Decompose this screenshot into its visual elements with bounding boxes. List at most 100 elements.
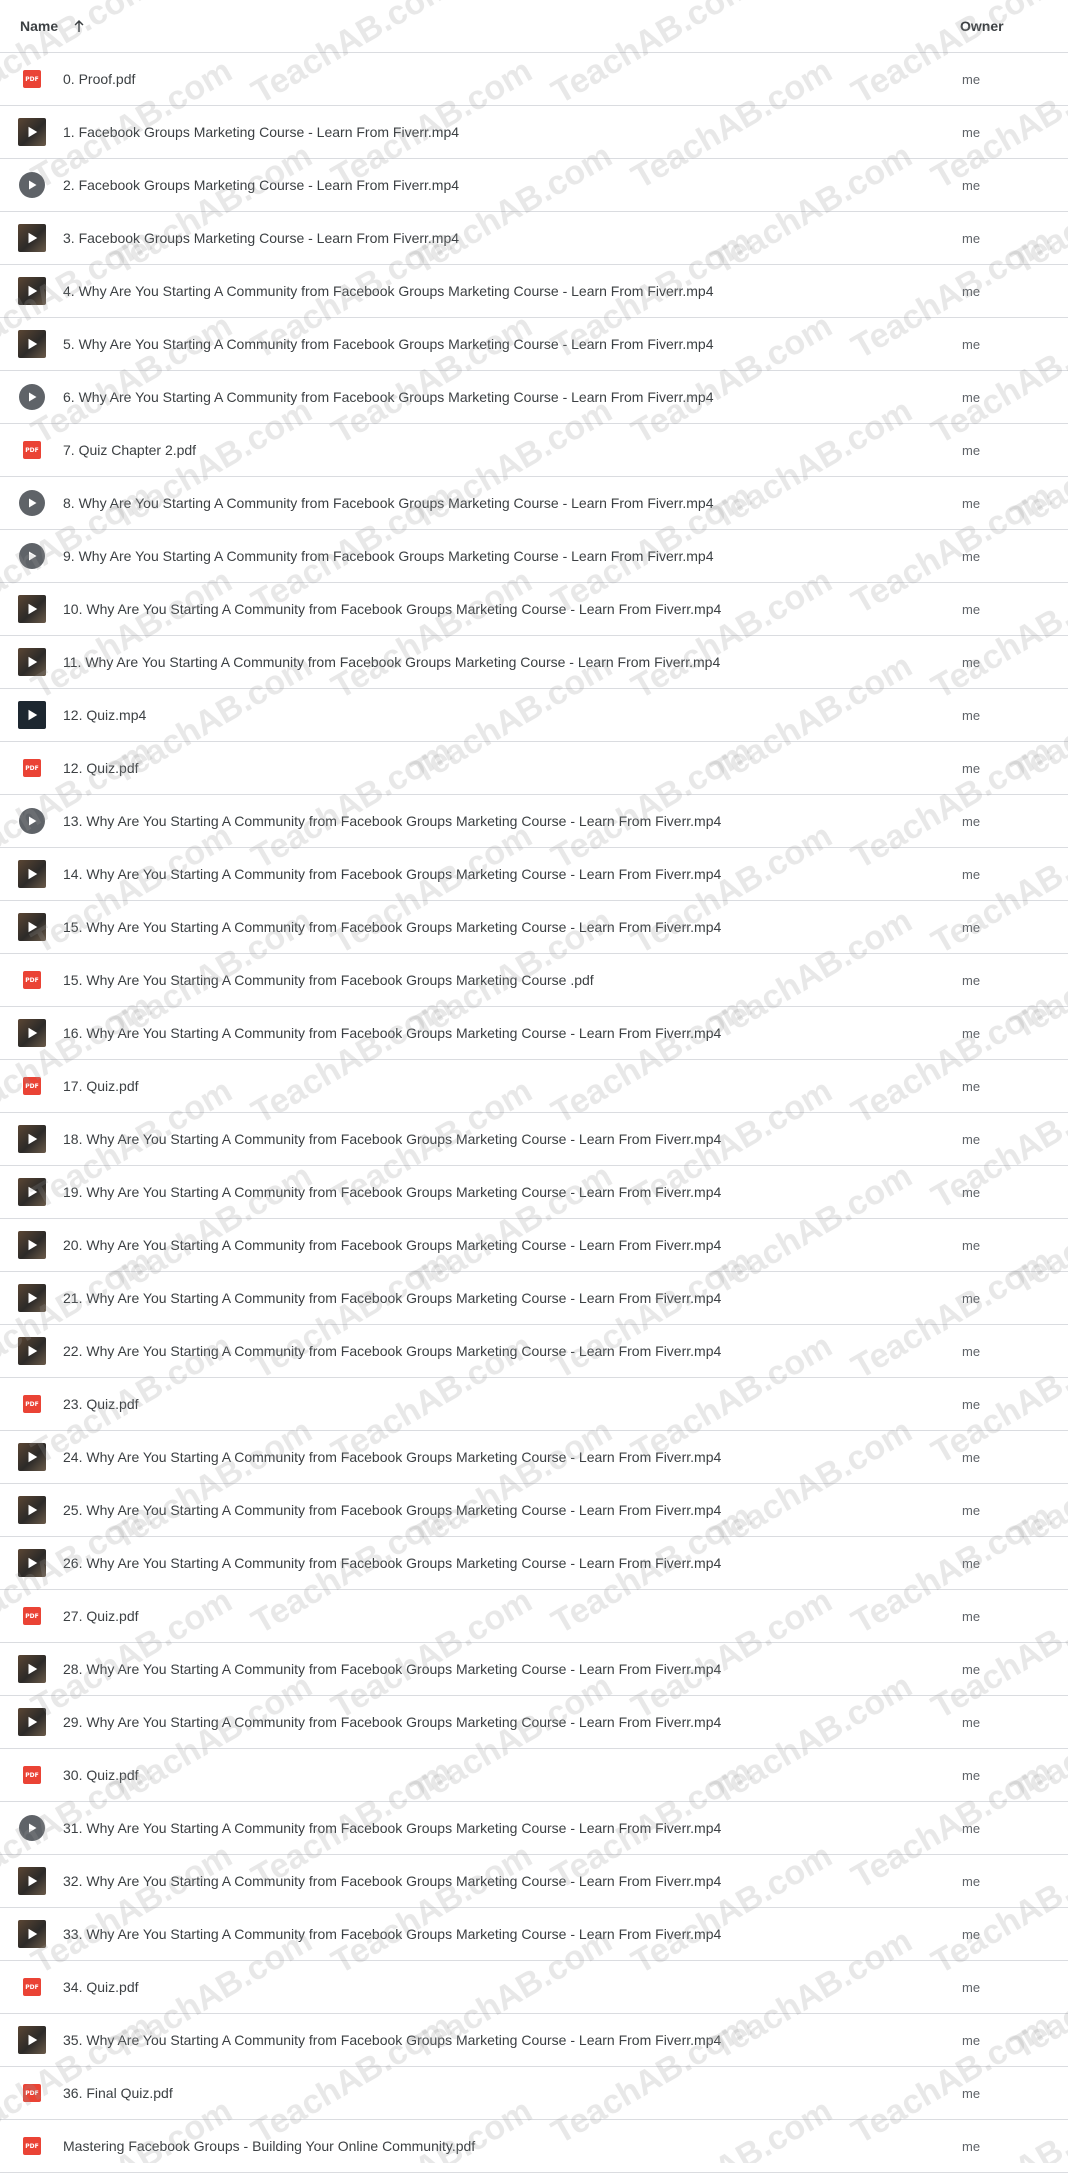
play-circle-icon — [18, 542, 46, 570]
file-owner: me — [962, 2085, 981, 2101]
file-name: 28. Why Are You Starting A Community fro… — [63, 1661, 722, 1677]
file-row[interactable]: 19. Why Are You Starting A Community fro… — [0, 1166, 1068, 1219]
file-name: 35. Why Are You Starting A Community fro… — [63, 2032, 722, 2048]
file-row[interactable]: PDF 17. Quiz.pdf me — [0, 1060, 1068, 1113]
file-row[interactable]: PDF 23. Quiz.pdf me — [0, 1378, 1068, 1431]
file-owner: me — [962, 707, 981, 723]
file-row[interactable]: PDF 7. Quiz Chapter 2.pdf me — [0, 424, 1068, 477]
file-row[interactable]: 28. Why Are You Starting A Community fro… — [0, 1643, 1068, 1696]
file-row[interactable]: 5. Why Are You Starting A Community from… — [0, 318, 1068, 371]
file-owner: me — [962, 71, 981, 87]
video-thumbnail-icon — [18, 1496, 46, 1524]
file-row[interactable]: 6. Why Are You Starting A Community from… — [0, 371, 1068, 424]
file-row[interactable]: 15. Why Are You Starting A Community fro… — [0, 901, 1068, 954]
file-row[interactable]: 21. Why Are You Starting A Community fro… — [0, 1272, 1068, 1325]
file-name: 27. Quiz.pdf — [63, 1608, 139, 1624]
file-row[interactable]: 9. Why Are You Starting A Community from… — [0, 530, 1068, 583]
file-owner: me — [962, 1396, 981, 1412]
play-circle-icon — [18, 807, 46, 835]
pdf-badge: PDF — [23, 1395, 41, 1413]
pdf-badge: PDF — [23, 1766, 41, 1784]
file-row[interactable]: 32. Why Are You Starting A Community fro… — [0, 1855, 1068, 1908]
video-thumbnail-icon — [18, 330, 46, 358]
file-owner: me — [962, 972, 981, 988]
file-owner: me — [962, 1714, 981, 1730]
file-name: 9. Why Are You Starting A Community from… — [63, 548, 714, 564]
file-name: 24. Why Are You Starting A Community fro… — [63, 1449, 722, 1465]
owner-column-header[interactable]: Owner — [960, 18, 1004, 34]
file-row[interactable]: 14. Why Are You Starting A Community fro… — [0, 848, 1068, 901]
pdf-icon: PDF — [18, 2132, 46, 2160]
video-thumbnail-icon — [18, 1125, 46, 1153]
file-row[interactable]: 4. Why Are You Starting A Community from… — [0, 265, 1068, 318]
file-row[interactable]: 13. Why Are You Starting A Community fro… — [0, 795, 1068, 848]
file-owner: me — [962, 1131, 981, 1147]
file-name: 26. Why Are You Starting A Community fro… — [63, 1555, 722, 1571]
file-owner: me — [962, 442, 981, 458]
file-row[interactable]: 11. Why Are You Starting A Community fro… — [0, 636, 1068, 689]
file-row[interactable]: 3. Facebook Groups Marketing Course - Le… — [0, 212, 1068, 265]
file-row[interactable]: PDF 12. Quiz.pdf me — [0, 742, 1068, 795]
file-name: 11. Why Are You Starting A Community fro… — [63, 654, 721, 670]
pdf-icon: PDF — [18, 2079, 46, 2107]
pdf-badge: PDF — [23, 1978, 41, 1996]
file-row[interactable]: 20. Why Are You Starting A Community fro… — [0, 1219, 1068, 1272]
file-row[interactable]: PDF 0. Proof.pdf me — [0, 53, 1068, 106]
video-thumbnail-icon — [18, 2026, 46, 2054]
file-name: 30. Quiz.pdf — [63, 1767, 139, 1783]
file-row[interactable]: PDF Mastering Facebook Groups - Building … — [0, 2120, 1068, 2173]
file-owner: me — [962, 1290, 981, 1306]
file-row[interactable]: PDF 27. Quiz.pdf me — [0, 1590, 1068, 1643]
play-circle-icon — [18, 383, 46, 411]
name-header-label: Name — [20, 18, 59, 34]
file-row[interactable]: 16. Why Are You Starting A Community fro… — [0, 1007, 1068, 1060]
file-owner: me — [962, 1502, 981, 1518]
file-name: 16. Why Are You Starting A Community fro… — [63, 1025, 722, 1041]
file-row[interactable]: 18. Why Are You Starting A Community fro… — [0, 1113, 1068, 1166]
pdf-badge: PDF — [23, 70, 41, 88]
pdf-icon: PDF — [18, 1390, 46, 1418]
file-owner: me — [962, 336, 981, 352]
file-row[interactable]: 22. Why Are You Starting A Community fro… — [0, 1325, 1068, 1378]
file-owner: me — [962, 2138, 981, 2154]
file-name: 31. Why Are You Starting A Community fro… — [63, 1820, 722, 1836]
file-row[interactable]: 31. Why Are You Starting A Community fro… — [0, 1802, 1068, 1855]
file-row[interactable]: 1. Facebook Groups Marketing Course - Le… — [0, 106, 1068, 159]
pdf-badge: PDF — [23, 1077, 41, 1095]
video-thumbnail-icon — [18, 913, 46, 941]
file-row[interactable]: 12. Quiz.mp4 me — [0, 689, 1068, 742]
arrow-up-icon[interactable] — [70, 17, 88, 35]
play-circle-icon — [18, 1814, 46, 1842]
name-column-header[interactable]: Name — [20, 17, 88, 35]
list-header: Name Owner — [0, 0, 1068, 53]
file-list: Name Owner PDF 0. Proof.pdf me 1. Facebook … — [0, 0, 1068, 2173]
file-owner: me — [962, 813, 981, 829]
file-owner: me — [962, 760, 981, 776]
file-row[interactable]: 10. Why Are You Starting A Community fro… — [0, 583, 1068, 636]
file-name: 15. Why Are You Starting A Community fro… — [63, 972, 594, 988]
file-row[interactable]: 25. Why Are You Starting A Community fro… — [0, 1484, 1068, 1537]
pdf-icon: PDF — [18, 1761, 46, 1789]
pdf-icon: PDF — [18, 1072, 46, 1100]
file-row[interactable]: 26. Why Are You Starting A Community fro… — [0, 1537, 1068, 1590]
file-row[interactable]: 2. Facebook Groups Marketing Course - Le… — [0, 159, 1068, 212]
file-row[interactable]: 29. Why Are You Starting A Community fro… — [0, 1696, 1068, 1749]
file-name: 6. Why Are You Starting A Community from… — [63, 389, 714, 405]
file-row[interactable]: 8. Why Are You Starting A Community from… — [0, 477, 1068, 530]
pdf-badge: PDF — [23, 1607, 41, 1625]
file-owner: me — [962, 866, 981, 882]
file-row[interactable]: 35. Why Are You Starting A Community fro… — [0, 2014, 1068, 2067]
video-thumbnail-icon — [18, 1443, 46, 1471]
file-row[interactable]: PDF 15. Why Are You Starting A Community … — [0, 954, 1068, 1007]
file-row[interactable]: PDF 36. Final Quiz.pdf me — [0, 2067, 1068, 2120]
video-thumbnail-icon — [18, 1231, 46, 1259]
file-row[interactable]: PDF 30. Quiz.pdf me — [0, 1749, 1068, 1802]
file-name: 36. Final Quiz.pdf — [63, 2085, 173, 2101]
file-name: 20. Why Are You Starting A Community fro… — [63, 1237, 722, 1253]
file-owner: me — [962, 1661, 981, 1677]
file-row[interactable]: PDF 34. Quiz.pdf me — [0, 1961, 1068, 2014]
file-owner: me — [962, 1237, 981, 1253]
file-name: 22. Why Are You Starting A Community fro… — [63, 1343, 722, 1359]
file-row[interactable]: 33. Why Are You Starting A Community fro… — [0, 1908, 1068, 1961]
file-row[interactable]: 24. Why Are You Starting A Community fro… — [0, 1431, 1068, 1484]
